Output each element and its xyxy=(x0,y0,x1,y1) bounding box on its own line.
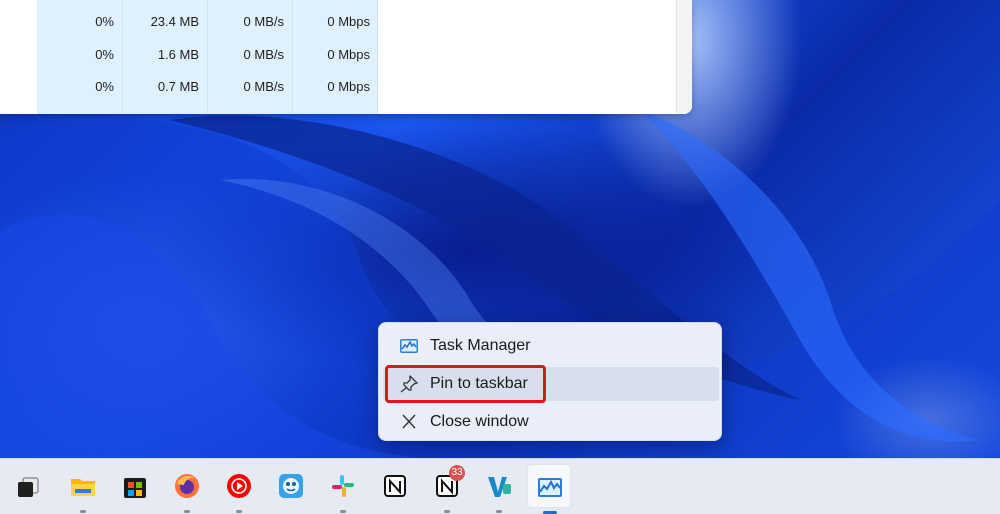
memory-value: 1.6 MB xyxy=(157,47,199,62)
taskbar: 33 xyxy=(0,458,1000,514)
folder-icon xyxy=(69,472,97,500)
process-row[interactable]: 0% 1.6 MB 0 MB/s 0 Mbps xyxy=(37,39,378,71)
taskbar-app-notion[interactable] xyxy=(373,464,417,508)
memory-value: 0.7 MB xyxy=(157,79,199,94)
network-value: 0 Mbps xyxy=(327,47,370,62)
photo-app-icon xyxy=(277,472,305,500)
notion-icon xyxy=(381,472,409,500)
disk-value: 0 MB/s xyxy=(243,79,284,94)
process-row[interactable]: 0% 0.7 MB 0 MB/s 0 Mbps xyxy=(37,71,378,103)
process-row[interactable]: 0% 23.4 MB 0 MB/s 0 Mbps xyxy=(37,6,378,38)
taskbar-app-file-explorer[interactable] xyxy=(61,464,105,513)
slack-icon xyxy=(329,472,357,500)
running-indicator xyxy=(80,510,86,513)
running-indicator xyxy=(236,510,242,513)
taskbar-app-firefox[interactable] xyxy=(165,464,209,513)
running-indicator xyxy=(444,510,450,513)
menu-item-task-manager[interactable]: Task Manager xyxy=(383,329,719,363)
task-manager-icon xyxy=(399,337,419,355)
taskbar-app-vs[interactable] xyxy=(477,464,521,513)
network-value: 0 Mbps xyxy=(327,14,370,29)
taskbar-app-photo[interactable] xyxy=(269,464,313,508)
task-manager-window: 0% 23.4 MB 0 MB/s 0 Mbps 0% 1.6 MB 0 MB/… xyxy=(0,0,692,114)
disk-value: 0 MB/s xyxy=(243,14,284,29)
network-value: 0 Mbps xyxy=(327,79,370,94)
taskbar-app-notion-mail[interactable]: 33 xyxy=(425,464,469,513)
menu-item-label: Close window xyxy=(430,413,529,430)
running-indicator xyxy=(496,510,502,513)
cpu-value: 0% xyxy=(95,79,114,94)
vertical-scrollbar[interactable] xyxy=(676,0,692,114)
vs-app-icon xyxy=(485,472,513,500)
highlight-annotation xyxy=(385,365,546,403)
menu-item-label: Task Manager xyxy=(430,337,531,354)
firefox-icon xyxy=(173,472,201,500)
notification-badge: 33 xyxy=(449,465,465,481)
taskbar-app-microsoft-store[interactable] xyxy=(113,464,157,508)
running-indicator xyxy=(184,510,190,513)
taskbar-app-task-manager[interactable] xyxy=(527,464,571,514)
task-view-icon xyxy=(14,472,42,500)
memory-value: 23.4 MB xyxy=(150,14,199,29)
taskbar-app-slack[interactable] xyxy=(321,464,365,513)
youtube-music-icon xyxy=(225,472,253,500)
close-icon xyxy=(399,413,419,431)
running-indicator xyxy=(340,510,346,513)
task-manager-icon xyxy=(536,473,564,501)
disk-value: 0 MB/s xyxy=(243,47,284,62)
store-icon xyxy=(121,472,149,500)
taskbar-app-youtube-music[interactable] xyxy=(217,464,261,513)
taskbar-app-task-view[interactable] xyxy=(6,464,50,508)
cpu-value: 0% xyxy=(95,47,114,62)
menu-item-close-window[interactable]: Close window xyxy=(383,405,719,439)
cpu-value: 0% xyxy=(95,14,114,29)
